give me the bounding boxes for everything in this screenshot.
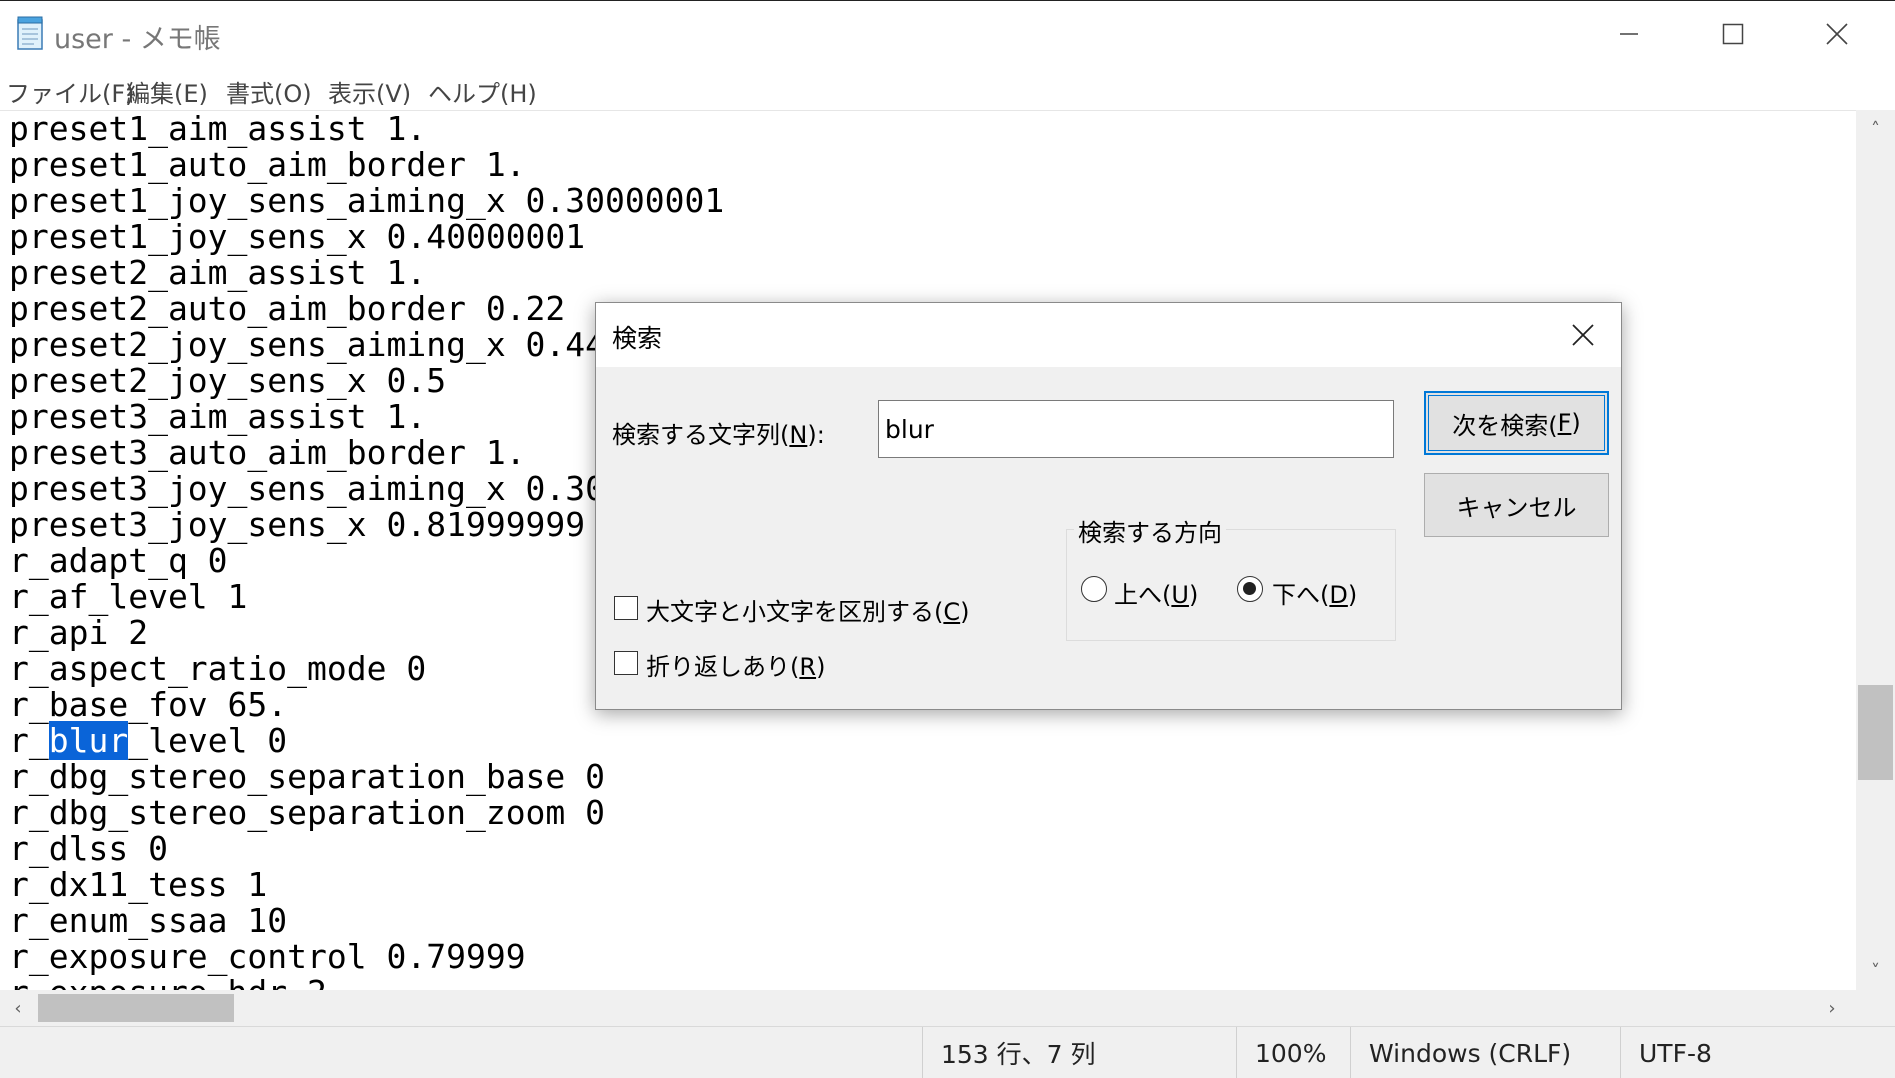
title-bar: user - メモ帳 (0, 0, 1895, 66)
direction-down-access-key: D (1329, 581, 1348, 609)
find-next-label-suffix: ) (1571, 409, 1581, 437)
text-line: r_aspect_ratio_mode 0 (9, 649, 427, 688)
find-what-label-suffix: ): (807, 421, 825, 449)
text-line: preset3_auto_aim_border 1. (9, 433, 526, 472)
match-case-label[interactable]: 大文字と小文字を区別する(C) (646, 592, 970, 627)
cancel-button[interactable]: キャンセル (1424, 473, 1609, 537)
text-before-match: r_ (9, 721, 49, 760)
menu-view[interactable]: 表示(V) (328, 74, 411, 109)
text-line: r_base_fov 65. (9, 685, 288, 724)
text-line: r_af_level 1 (9, 577, 248, 616)
direction-up-label-text: 上へ( (1114, 581, 1172, 609)
scroll-down-arrow-icon[interactable]: ˅ (1856, 956, 1895, 986)
menu-bar: ファイル(F) 編集(E) 書式(O) 表示(V) ヘルプ(H) (0, 66, 1895, 110)
match-case-checkbox[interactable] (614, 596, 638, 620)
direction-up-label-suffix: ) (1188, 581, 1199, 609)
match-case-label-text: 大文字と小文字を区別する( (646, 598, 944, 626)
text-line: preset3_joy_sens_aiming_x 0.30599 (9, 469, 665, 508)
match-case-label-suffix: ) (960, 598, 970, 626)
close-icon (1572, 324, 1594, 346)
direction-up-radio[interactable] (1081, 576, 1107, 602)
wrap-around-label[interactable]: 折り返しあり(R) (646, 647, 825, 682)
maximize-button[interactable] (1681, 1, 1785, 67)
direction-group-label: 検索する方向 (1074, 513, 1226, 548)
find-next-label: 次を検索( (1452, 411, 1558, 440)
status-encoding: UTF-8 (1620, 1027, 1856, 1078)
wrap-around-access-key: R (799, 653, 817, 681)
status-cursor-position: 153 行、7 列 (922, 1027, 1236, 1078)
find-next-access-key: F (1557, 409, 1572, 437)
scroll-right-arrow-icon[interactable]: › (1814, 990, 1850, 1026)
status-line-ending: Windows (CRLF) (1350, 1027, 1620, 1078)
wrap-around-label-suffix: ) (816, 653, 826, 681)
menu-edit[interactable]: 編集(E) (126, 74, 208, 109)
scroll-up-arrow-icon[interactable]: ˄ (1856, 114, 1895, 144)
minimize-icon (1620, 33, 1638, 35)
direction-down-label-text: 下へ( (1272, 581, 1330, 609)
vertical-scroll-thumb[interactable] (1858, 685, 1893, 780)
direction-down-label[interactable]: 下へ(D) (1272, 575, 1357, 610)
text-line: preset3_aim_assist 1. (9, 397, 427, 436)
find-what-input[interactable] (878, 400, 1394, 458)
text-line: preset2_joy_sens_aiming_x 0.44999 (9, 325, 665, 364)
direction-down-radio[interactable] (1237, 576, 1263, 602)
menu-help[interactable]: ヘルプ(H) (428, 74, 537, 109)
minimize-button[interactable] (1577, 1, 1681, 67)
vertical-scrollbar[interactable]: ˄ ˅ (1856, 110, 1895, 990)
menu-format[interactable]: 書式(O) (226, 74, 312, 109)
text-line: preset1_joy_sens_aiming_x 0.30000001 (9, 181, 725, 220)
find-what-label-text: 検索する文字列( (612, 421, 790, 449)
text-line: r_dbg_stereo_separation_zoom 0 (9, 793, 606, 832)
horizontal-scroll-thumb[interactable] (38, 994, 234, 1022)
text-line: r_dbg_stereo_separation_base 0 (9, 757, 606, 796)
direction-down-label-suffix: ) (1347, 581, 1358, 609)
text-line: r_dx11_tess 1 (9, 865, 268, 904)
text-line: r_dlss 0 (9, 829, 168, 868)
menu-file[interactable]: ファイル(F) (6, 74, 135, 109)
text-line: preset1_aim_assist 1. (9, 110, 427, 148)
find-dialog-title: 検索 (612, 324, 663, 353)
find-what-label: 検索する文字列(N): (612, 415, 825, 450)
direction-up-access-key: U (1171, 581, 1189, 609)
find-next-button[interactable]: 次を検索(F) (1424, 391, 1609, 455)
text-line: r_api 2 (9, 613, 149, 652)
find-dialog: 検索 検索する文字列(N): 次を検索(F) キャンセル 検索する方向 上へ(U… (595, 302, 1622, 710)
text-line: r_enum_ssaa 10 (9, 901, 288, 940)
text-line: r_adapt_q 0 (9, 541, 228, 580)
wrap-around-checkbox[interactable] (614, 651, 638, 675)
text-line: preset3_joy_sens_x 0.81999999 (9, 505, 586, 544)
close-button[interactable] (1785, 1, 1889, 67)
scroll-left-arrow-icon[interactable]: ‹ (0, 990, 36, 1026)
text-line: preset1_auto_aim_border 1. (9, 145, 526, 184)
wrap-around-label-text: 折り返しあり( (646, 653, 800, 681)
text-line-highlighted: r_blur_level 0 (9, 721, 288, 760)
text-line: preset1_joy_sens_x 0.40000001 (9, 217, 586, 256)
find-dialog-titlebar[interactable]: 検索 (596, 303, 1621, 367)
text-line: preset2_joy_sens_x 0.5 (9, 361, 447, 400)
status-zoom: 100% (1236, 1027, 1350, 1078)
scrollbar-corner (1856, 990, 1895, 1026)
text-line: r_exposure_hdr 2 (9, 975, 327, 991)
search-match-selection: blur (48, 721, 129, 760)
text-line: preset2_auto_aim_border 0.22 (9, 289, 566, 328)
match-case-access-key: C (943, 598, 961, 626)
status-bar: 153 行、7 列 100% Windows (CRLF) UTF-8 (0, 1026, 1895, 1078)
text-line: preset2_aim_assist 1. (9, 253, 427, 292)
find-what-access-key: N (789, 421, 808, 449)
close-icon (1826, 23, 1848, 45)
window-title: user - メモ帳 (54, 24, 221, 55)
text-after-match: _level 0 (128, 721, 288, 760)
horizontal-scrollbar[interactable]: ‹ › (0, 990, 1856, 1026)
text-line: r_exposure_control 0.79999 (9, 937, 526, 976)
notepad-icon (17, 16, 43, 50)
maximize-icon (1722, 23, 1744, 45)
find-dialog-close-button[interactable] (1545, 303, 1621, 367)
direction-up-label[interactable]: 上へ(U) (1114, 575, 1198, 610)
